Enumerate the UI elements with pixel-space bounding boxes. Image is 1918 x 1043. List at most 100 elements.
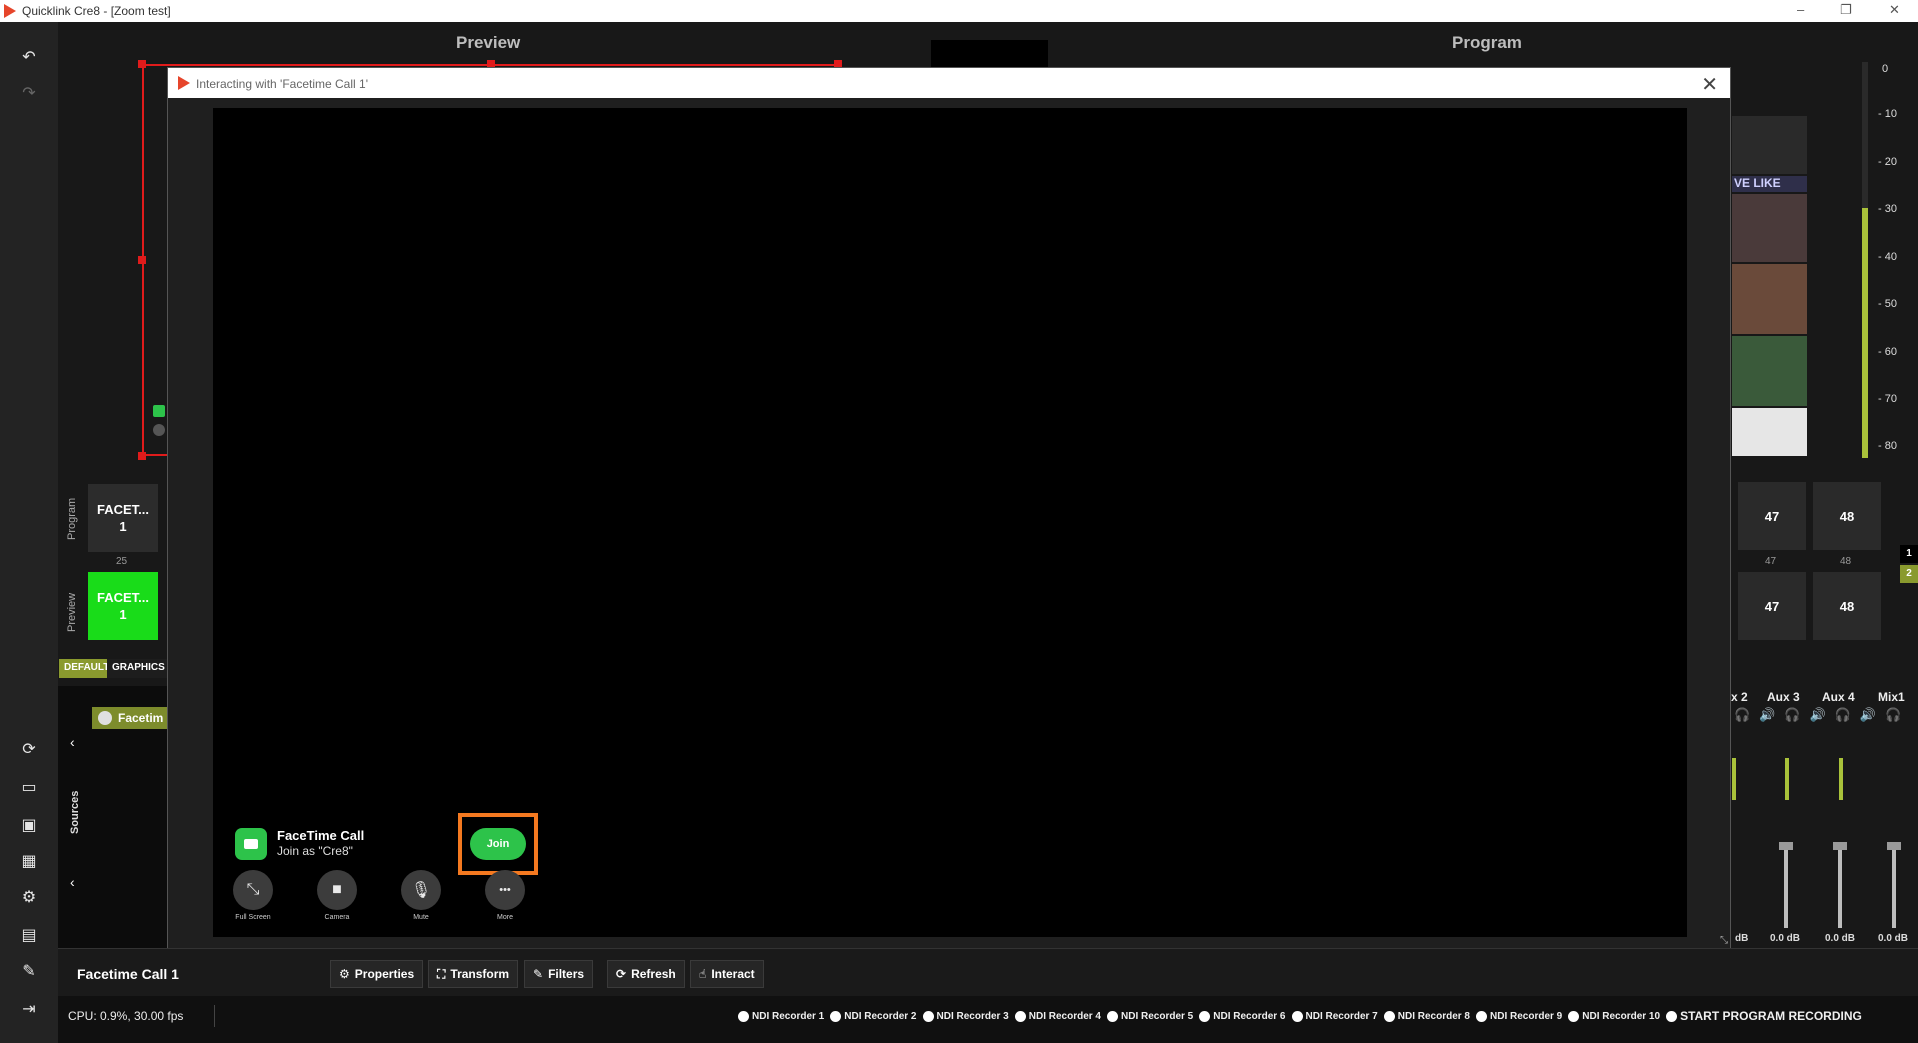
refresh-icon: ⟳ <box>616 967 627 981</box>
fullscreen-icon: ⤡ <box>246 881 260 898</box>
fader-track <box>1892 846 1896 928</box>
button-caption: 47 <box>1765 556 1777 567</box>
dialog-close-button[interactable]: ✕ <box>1701 72 1718 97</box>
collapse-chevron-icon[interactable]: ‹ <box>70 874 75 890</box>
button-label: Transform <box>450 967 510 981</box>
source-thumbnail[interactable] <box>1732 264 1807 334</box>
ndi-recorder-toggle[interactable]: NDI Recorder 4 <box>1014 1009 1101 1023</box>
scene-name: FACET... <box>96 502 149 517</box>
ndi-recorder-toggle[interactable]: NDI Recorder 2 <box>830 1009 917 1023</box>
browser-view[interactable]: FaceTime Call Join as "Cre8" Join ⤡ Full… <box>213 108 1687 937</box>
window-title: Quicklink Cre8 - [Zoom test] <box>22 4 171 18</box>
transform-button[interactable]: ⛶ Transform <box>428 960 519 988</box>
shortcut-button-48[interactable]: 48 <box>1813 482 1881 550</box>
redo-icon[interactable]: ↷ <box>16 80 42 106</box>
ndi-recorder-toggle[interactable]: NDI Recorder 6 <box>1199 1009 1286 1023</box>
fullscreen-button[interactable]: ⤡ <box>233 870 273 910</box>
more-icon: ••• <box>499 884 511 896</box>
refresh-icon[interactable]: ⟳ <box>16 736 42 762</box>
properties-button[interactable]: ⚙ Properties <box>330 960 424 988</box>
preview-scene-tile[interactable]: FACET... 1 <box>88 572 158 640</box>
ndi-recorder-toggle[interactable]: NDI Recorder 8 <box>1383 1009 1470 1023</box>
monitor-settings-icon[interactable]: ▣ <box>16 812 42 838</box>
record-dot-icon <box>738 1010 749 1022</box>
exit-icon[interactable]: ⇥ <box>16 996 42 1022</box>
fader-handle[interactable] <box>1887 842 1901 850</box>
scene-number: 1 <box>119 607 127 622</box>
collapse-chevron-icon[interactable]: ‹ <box>70 734 75 750</box>
tab-graphics[interactable]: GRAPHICS <box>107 659 170 678</box>
close-window-button[interactable]: ✕ <box>1889 2 1900 18</box>
camera-button[interactable]: ■ <box>317 870 357 910</box>
record-dot-icon <box>1383 1010 1395 1022</box>
ndi-recorder-toggle[interactable]: NDI Recorder 9 <box>1476 1009 1562 1023</box>
record-dot-icon <box>1476 1010 1487 1022</box>
source-thumbnail[interactable] <box>1732 116 1807 174</box>
restore-button[interactable]: ❐ <box>1840 2 1852 18</box>
more-label: More <box>497 914 513 921</box>
channel-db-readout: 0.0 dB <box>1770 933 1801 944</box>
mixer-channel-label: x 2 <box>1731 690 1748 704</box>
source-item-label: Facetim <box>118 711 164 725</box>
channel-db-readout: 0.0 dB <box>1878 933 1909 944</box>
record-dot-icon <box>1666 1010 1678 1022</box>
resize-handle[interactable] <box>138 60 146 68</box>
undo-icon[interactable]: ↶ <box>16 44 42 70</box>
interact-dialog: Interacting with 'Facetime Call 1' ✕ Fac… <box>167 67 1731 949</box>
preview-header: Preview <box>456 33 521 52</box>
mute-button[interactable]: 🎙 <box>401 870 441 910</box>
cpu-status: CPU: 0.9%, 30.00 fps <box>68 1009 184 1023</box>
vu-meter-level <box>1862 208 1868 458</box>
ndi-recorder-toggle[interactable]: NDI Recorder 3 <box>922 1009 1009 1023</box>
filters-button[interactable]: ✎ Filters <box>524 960 594 988</box>
folder-icon[interactable]: ▤ <box>16 922 42 948</box>
source-thumbnail[interactable] <box>1732 408 1807 456</box>
ndi-recorder-toggle[interactable]: NDI Recorder 10 <box>1568 1009 1660 1023</box>
preview-side-label: Preview <box>66 592 78 632</box>
fader-handle[interactable] <box>1779 842 1793 850</box>
facetime-title: FaceTime Call <box>277 828 365 843</box>
mic-mute-icon: 🎙 <box>410 882 432 899</box>
dialog-title: Interacting with 'Facetime Call 1' <box>196 77 368 91</box>
resize-handle[interactable] <box>138 256 146 264</box>
more-button[interactable]: ••• <box>485 870 525 910</box>
dialog-titlebar: Interacting with 'Facetime Call 1' ✕ <box>168 68 1730 98</box>
mixer-channel-label: Aux 4 <box>1822 690 1855 704</box>
shortcut-button-48[interactable]: 48 <box>1813 572 1881 640</box>
record-dot-icon <box>1291 1010 1303 1022</box>
start-program-recording-button[interactable]: START PROGRAM RECORDING <box>1666 1009 1862 1023</box>
sources-side-label: Sources <box>69 790 81 834</box>
button-label: Properties <box>354 967 415 981</box>
minimize-button[interactable]: – <box>1797 2 1804 17</box>
grid-icon[interactable]: ▦ <box>16 848 42 874</box>
ndi-recorder-toggle[interactable]: NDI Recorder 7 <box>1291 1009 1378 1023</box>
refresh-button[interactable]: ⟳ Refresh <box>607 960 685 988</box>
program-scene-tile[interactable]: FACET... 1 <box>88 484 158 552</box>
resize-handle[interactable] <box>138 452 146 460</box>
join-button[interactable]: Join <box>470 828 526 860</box>
ndi-recorder-toggle[interactable]: NDI Recorder 1 <box>738 1009 824 1023</box>
transition-panel[interactable] <box>931 40 1048 70</box>
page-indicator-1[interactable]: 1 <box>1900 545 1918 563</box>
page-indicator-2[interactable]: 2 <box>1900 565 1918 583</box>
shortcut-button-47[interactable]: 47 <box>1738 572 1806 640</box>
resize-grip-icon[interactable]: ⤡ <box>1720 935 1728 946</box>
source-thumbnail[interactable] <box>1732 194 1807 262</box>
shortcut-button-47[interactable]: 47 <box>1738 482 1806 550</box>
tools-icon[interactable]: ✎ <box>16 958 42 984</box>
camera-label: Camera <box>324 914 350 921</box>
source-thumbnail[interactable] <box>1732 336 1807 406</box>
monitor-icon[interactable]: ▭ <box>16 774 42 800</box>
fader-handle[interactable] <box>1833 842 1847 850</box>
interact-button[interactable]: ☝ Interact <box>690 960 764 988</box>
channel-meter <box>1785 758 1789 800</box>
mixer-channel-label: Aux 3 <box>1767 690 1800 704</box>
source-item[interactable]: Facetim <box>92 707 167 729</box>
gear-icon[interactable]: ⚙ <box>16 884 42 910</box>
camera-glyph <box>244 839 258 849</box>
channel-db-readout: 0.0 dB <box>1825 933 1856 944</box>
ndi-recorder-toggle[interactable]: NDI Recorder 5 <box>1107 1009 1193 1023</box>
window-titlebar: Quicklink Cre8 - [Zoom test] – ❐ ✕ <box>0 0 1918 22</box>
facetime-icon <box>235 828 267 860</box>
mixer-monitor-icons[interactable]: 🎧🔊🎧🔊🎧🔊🎧 <box>1734 707 1910 723</box>
